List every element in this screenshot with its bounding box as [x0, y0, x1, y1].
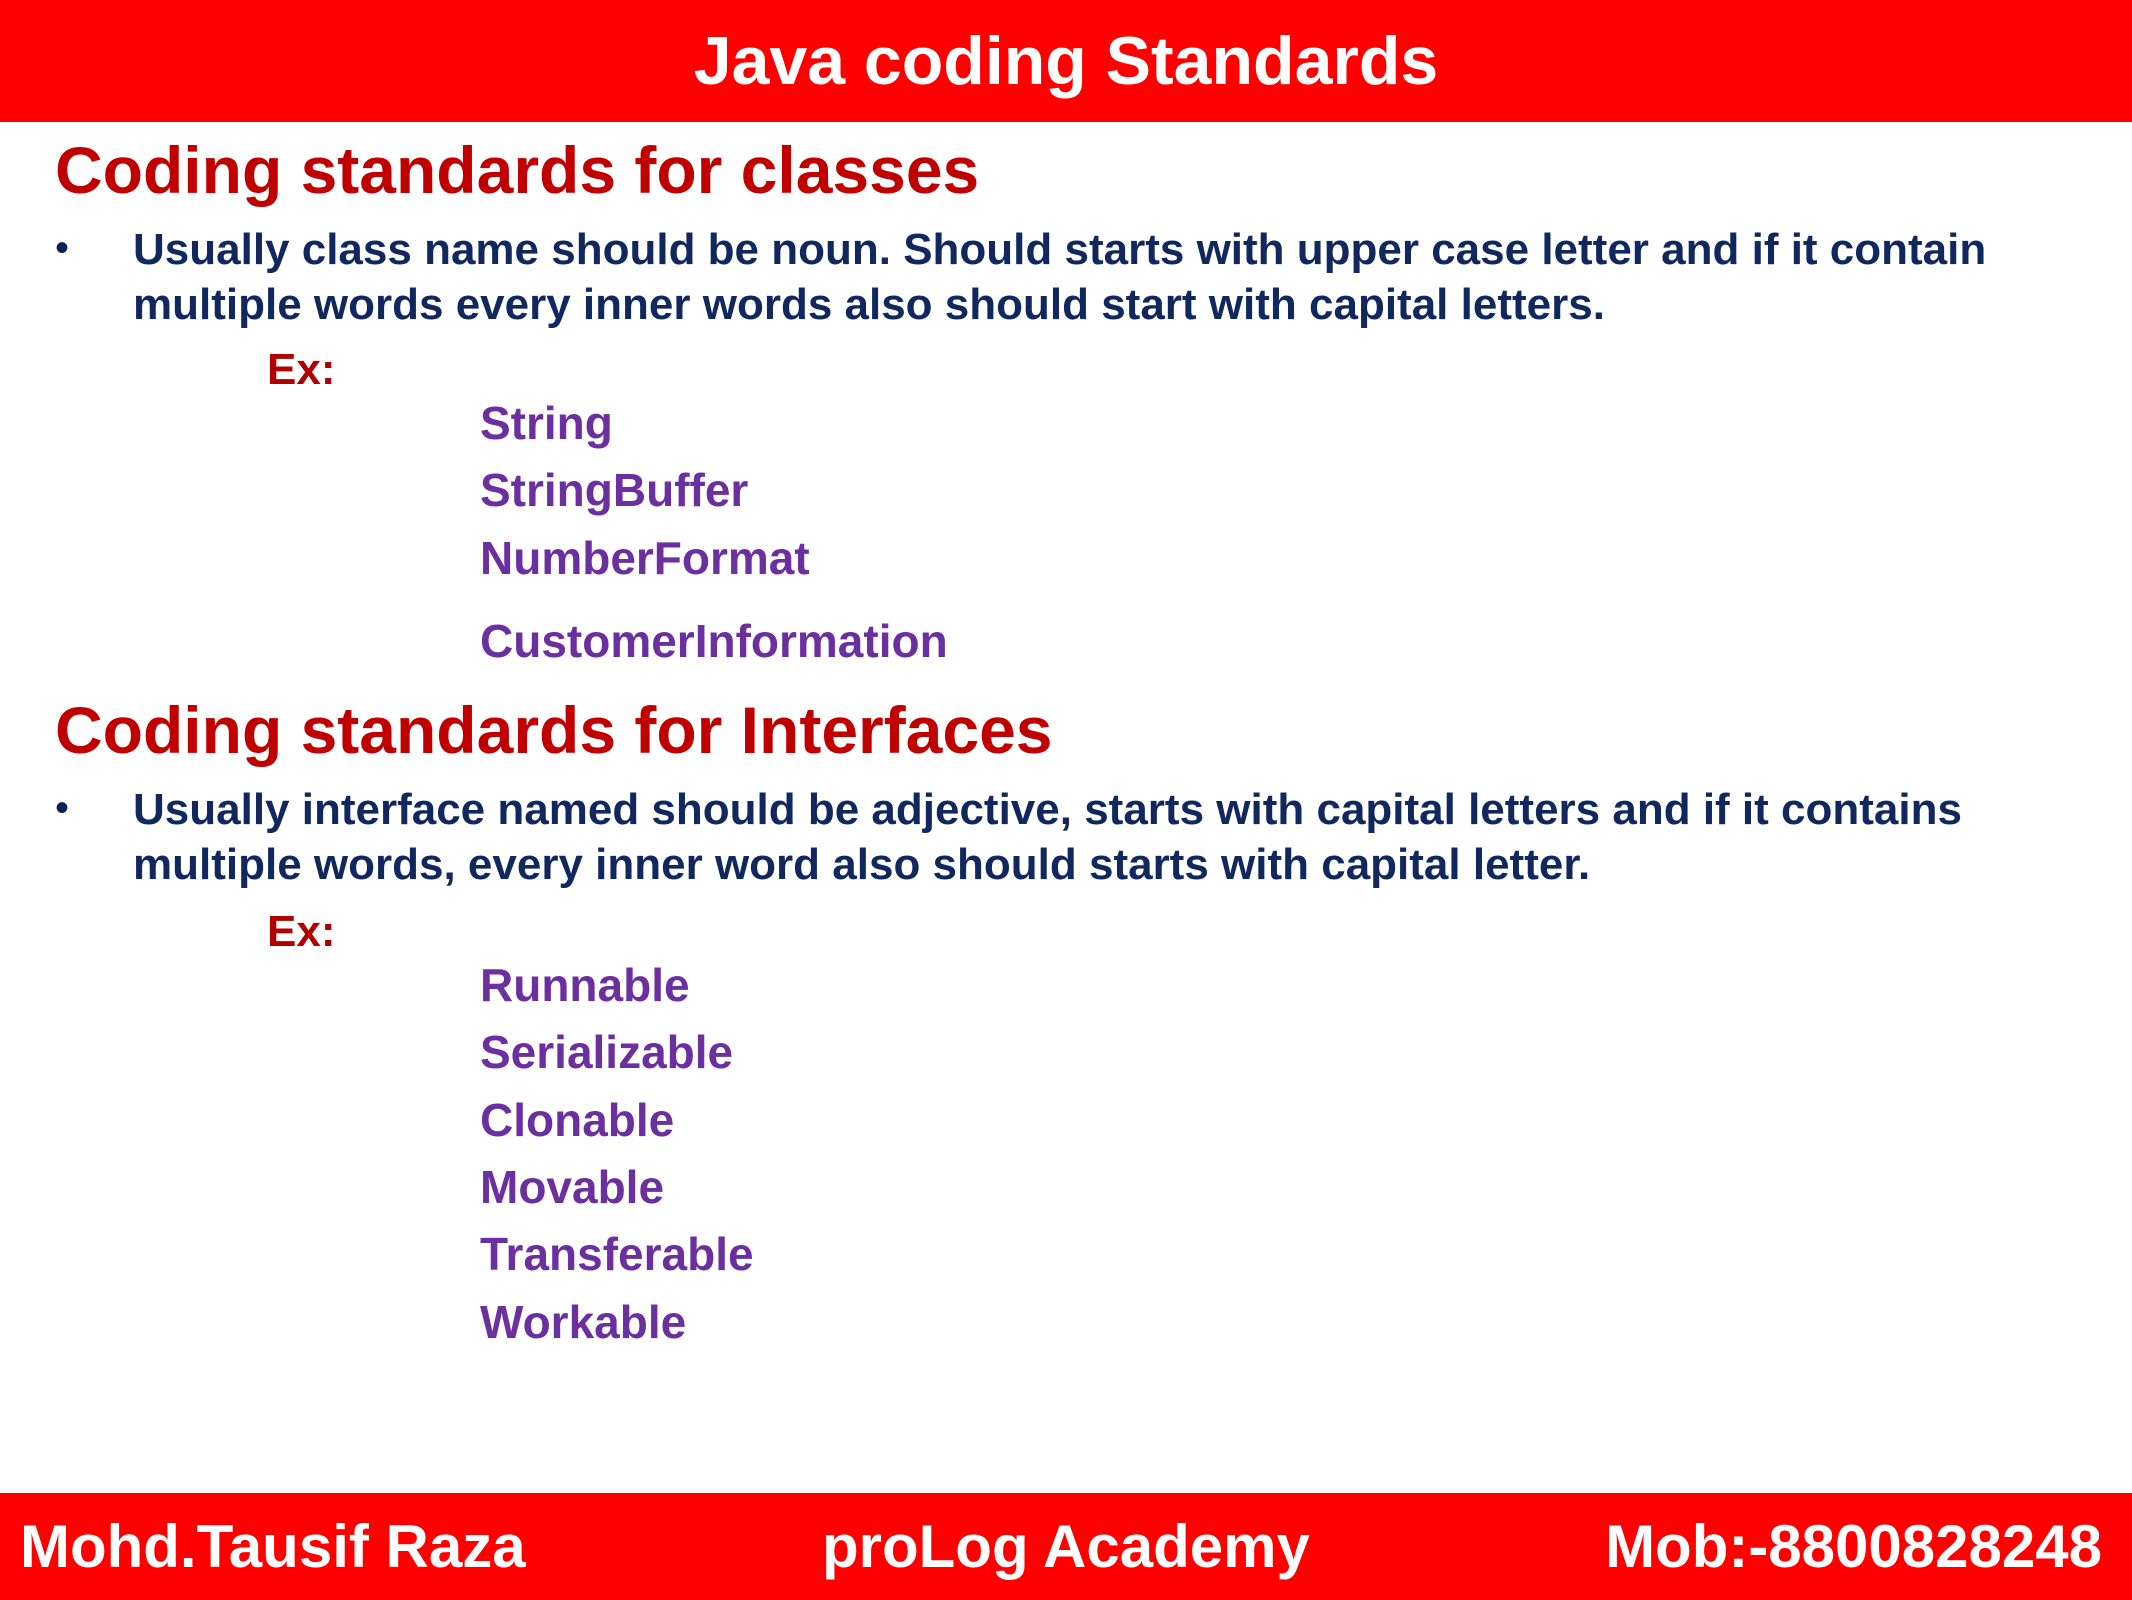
class-example: StringBuffer [480, 464, 749, 516]
interface-example: Movable [480, 1161, 665, 1213]
bullet-marker: • [55, 786, 70, 830]
slide-title: Java coding Standards [693, 23, 1439, 99]
footer-academy: proLog Academy [822, 1512, 1310, 1580]
classes-ex-label: Ex: [267, 345, 336, 394]
interface-example: Transferable [480, 1228, 754, 1280]
slide: Java coding Standards Coding standards f… [0, 0, 2132, 1600]
title-banner: Java coding Standards [0, 0, 2132, 122]
interfaces-ex-label: Ex: [267, 907, 336, 956]
interface-example: Runnable [480, 959, 690, 1011]
class-example: String [480, 397, 613, 449]
classes-rule-text: Usually class name should be noun. Shoul… [133, 225, 1987, 329]
footer-mobile: Mob:-8800828248 [1605, 1512, 2102, 1580]
class-example: CustomerInformation [480, 615, 948, 667]
section-heading-classes: Coding standards for classes [55, 133, 980, 207]
interface-example: Serializable [480, 1026, 734, 1078]
interface-example: Clonable [480, 1094, 675, 1146]
interfaces-rule-text: Usually interface named should be adject… [133, 785, 1962, 889]
bullet-marker: • [55, 226, 70, 270]
footer-author: Mohd.Tausif Raza [20, 1512, 526, 1580]
interface-example: Workable [480, 1296, 687, 1348]
class-example: NumberFormat [480, 532, 810, 584]
section-heading-interfaces: Coding standards for Interfaces [55, 693, 1053, 767]
footer-banner: Mohd.Tausif Raza proLog Academy Mob:-880… [0, 1493, 2132, 1600]
